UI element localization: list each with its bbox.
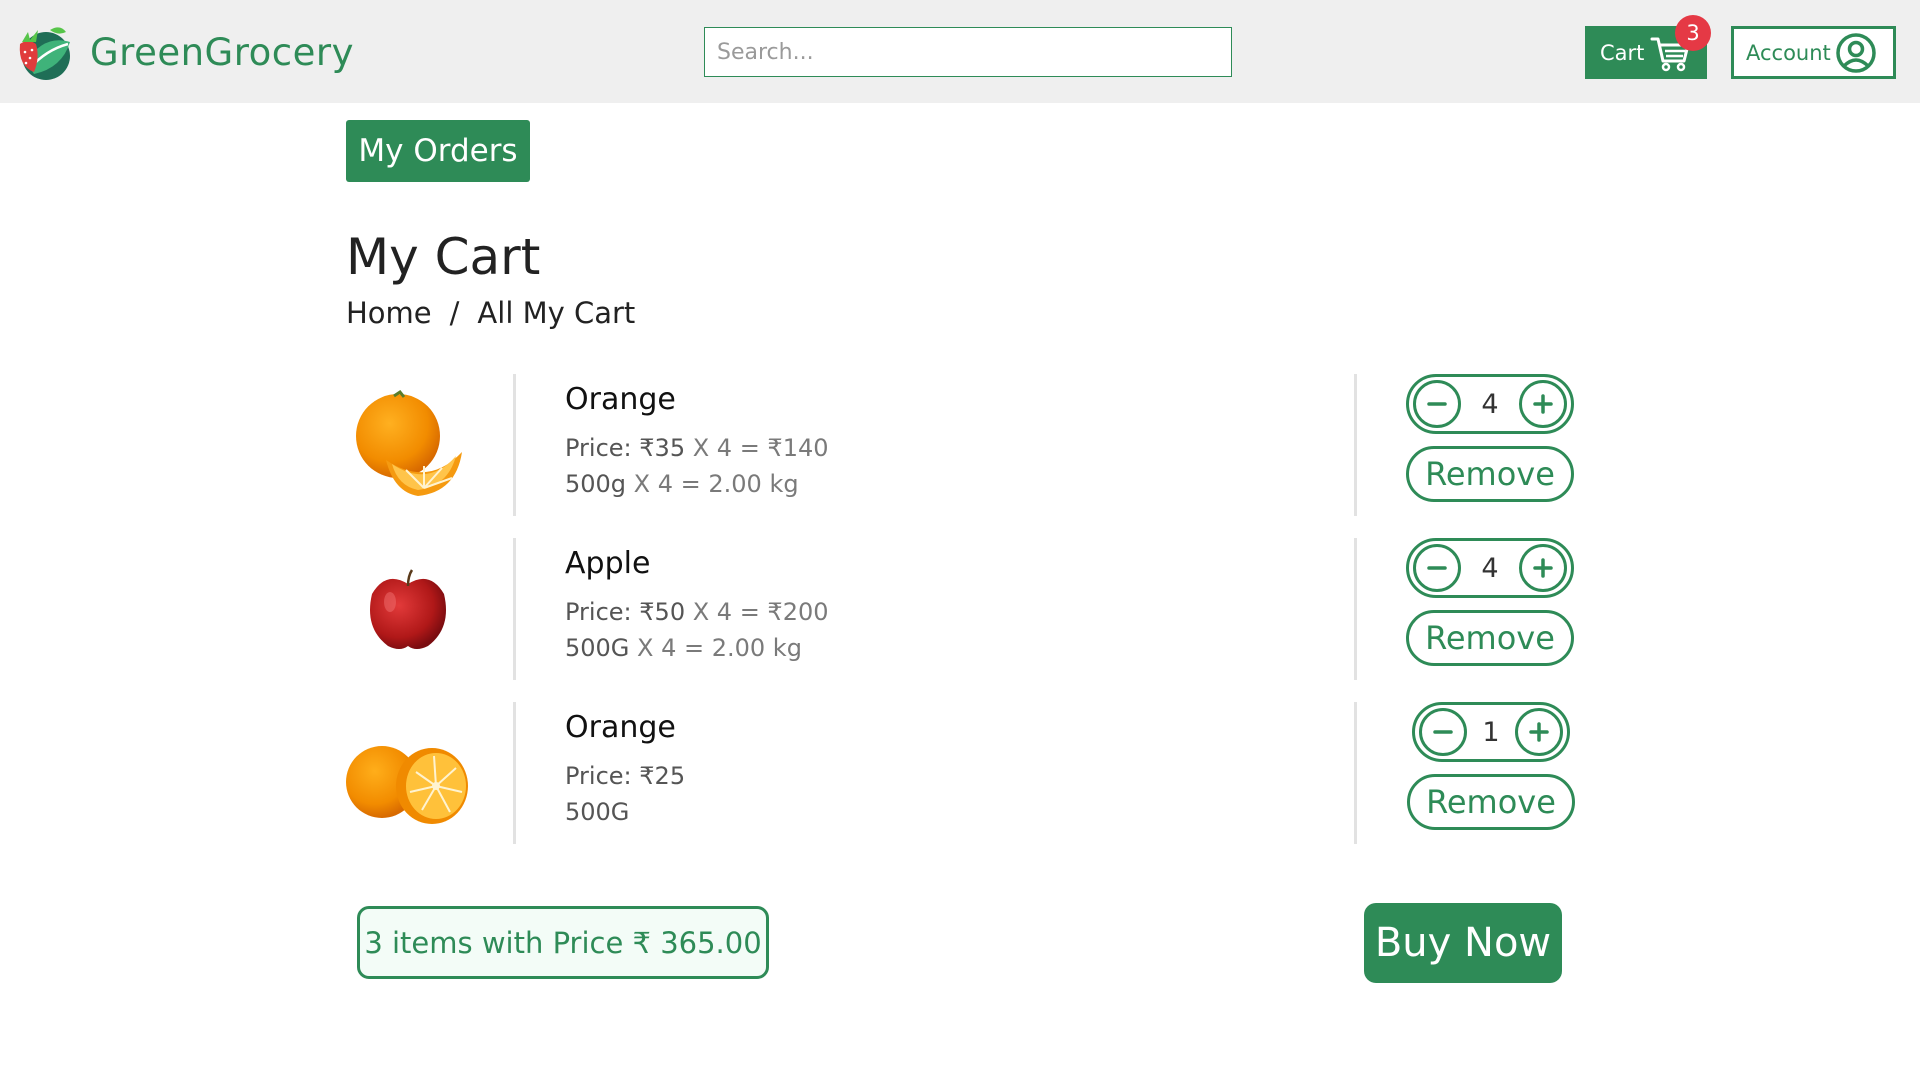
decrease-quantity-button[interactable] bbox=[1413, 380, 1461, 428]
plus-icon bbox=[1533, 558, 1553, 578]
item-price: Price: ₹35 X 4 = ₹140 bbox=[565, 434, 829, 462]
increase-quantity-button[interactable] bbox=[1519, 544, 1567, 592]
quantity-stepper: 4 bbox=[1406, 374, 1574, 434]
red-apple-image bbox=[370, 569, 446, 649]
item-name: Orange bbox=[565, 710, 676, 745]
item-name: Apple bbox=[565, 546, 651, 581]
search-input[interactable] bbox=[704, 27, 1232, 77]
breadcrumb-separator: / bbox=[449, 296, 460, 330]
item-price: Price: ₹25 bbox=[565, 762, 686, 790]
remove-item-button[interactable]: Remove bbox=[1406, 446, 1574, 502]
brand-name: GreenGrocery bbox=[90, 30, 354, 74]
quantity-value: 4 bbox=[1481, 552, 1499, 584]
item-weight: 500g X 4 = 2.00 kg bbox=[565, 470, 799, 498]
plus-icon bbox=[1529, 722, 1549, 742]
remove-item-button[interactable]: Remove bbox=[1406, 610, 1574, 666]
decrease-quantity-button[interactable] bbox=[1413, 544, 1461, 592]
breadcrumb-home-link[interactable]: Home bbox=[346, 296, 432, 330]
minus-icon bbox=[1433, 730, 1453, 734]
strawberry-leaf-logo-icon bbox=[19, 27, 70, 80]
quantity-value: 1 bbox=[1482, 716, 1500, 748]
decrease-quantity-button[interactable] bbox=[1419, 708, 1467, 756]
cart-count-badge: 3 bbox=[1675, 15, 1711, 51]
remove-item-button[interactable]: Remove bbox=[1407, 774, 1575, 830]
account-label: Account bbox=[1746, 40, 1831, 65]
quantity-value: 4 bbox=[1481, 388, 1499, 420]
item-weight: 500G X 4 = 2.00 kg bbox=[565, 634, 802, 662]
buy-now-button[interactable]: Buy Now bbox=[1364, 903, 1562, 983]
cart-summary: 3 items with Price ₹ 365.00 bbox=[357, 906, 769, 979]
user-circle-icon bbox=[1836, 32, 1876, 73]
minus-icon bbox=[1427, 402, 1447, 406]
cart-item: Orange Price: ₹25 500G 1 Remove bbox=[346, 702, 1576, 844]
plus-icon bbox=[1533, 394, 1553, 414]
breadcrumb: Home / All My Cart bbox=[346, 296, 635, 330]
orange-with-slice-image bbox=[356, 389, 462, 496]
quantity-stepper: 1 bbox=[1412, 702, 1570, 762]
item-name: Orange bbox=[565, 382, 676, 417]
cart-item: Apple Price: ₹50 X 4 = ₹200 500G X 4 = 2… bbox=[346, 538, 1576, 680]
my-orders-button[interactable]: My Orders bbox=[346, 120, 530, 182]
brand[interactable]: GreenGrocery bbox=[16, 22, 354, 82]
increase-quantity-button[interactable] bbox=[1515, 708, 1563, 756]
cart-item: Orange Price: ₹35 X 4 = ₹140 500g X 4 = … bbox=[346, 374, 1576, 516]
minus-icon bbox=[1427, 566, 1447, 570]
top-navbar: GreenGrocery Cart 3 Account bbox=[0, 0, 1920, 103]
breadcrumb-current: All My Cart bbox=[477, 296, 636, 330]
quantity-stepper: 4 bbox=[1406, 538, 1574, 598]
page-title: My Cart bbox=[346, 228, 541, 286]
orange-halves-image bbox=[346, 746, 468, 824]
cart-label: Cart bbox=[1600, 40, 1645, 65]
item-weight: 500G bbox=[565, 798, 630, 826]
increase-quantity-button[interactable] bbox=[1519, 380, 1567, 428]
account-button[interactable]: Account bbox=[1731, 26, 1896, 79]
item-price: Price: ₹50 X 4 = ₹200 bbox=[565, 598, 829, 626]
